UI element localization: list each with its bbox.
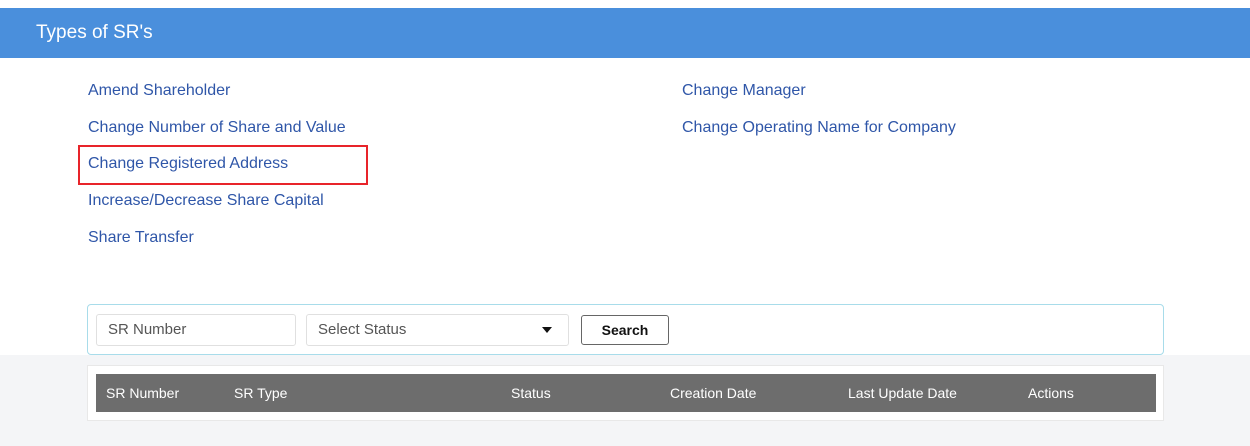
column-header-sr-number[interactable]: SR Number [106, 374, 179, 412]
sr-number-placeholder: SR Number [108, 321, 187, 338]
column-header-sr-type[interactable]: SR Type [234, 374, 287, 412]
filter-bar: SR Number Select Status Search [87, 304, 1164, 355]
sr-type-link-change-manager[interactable]: Change Manager [682, 81, 806, 101]
column-header-status[interactable]: Status [511, 374, 551, 412]
column-header-creation-date[interactable]: Creation Date [670, 374, 756, 412]
section-title: Types of SR's [36, 22, 153, 43]
sr-type-link-share-transfer[interactable]: Share Transfer [88, 228, 194, 248]
status-select-value: Select Status [318, 321, 407, 338]
highlight-box [78, 145, 368, 185]
sr-table: SR Number SR Type Status Creation Date L… [87, 365, 1164, 421]
status-select[interactable]: Select Status [306, 314, 569, 346]
sr-number-input[interactable]: SR Number [96, 314, 296, 346]
column-header-actions[interactable]: Actions [1028, 374, 1074, 412]
sr-type-link-amend-shareholder[interactable]: Amend Shareholder [88, 81, 230, 101]
table-header: SR Number SR Type Status Creation Date L… [96, 374, 1156, 412]
search-button[interactable]: Search [581, 315, 669, 345]
sr-type-link-change-operating-name[interactable]: Change Operating Name for Company [682, 118, 956, 138]
column-header-last-update-date[interactable]: Last Update Date [848, 374, 957, 412]
section-header: Types of SR's [0, 8, 1250, 58]
sr-type-link-increase-decrease-capital[interactable]: Increase/Decrease Share Capital [88, 191, 324, 211]
caret-down-icon [542, 327, 552, 333]
sr-type-link-change-number-of-share[interactable]: Change Number of Share and Value [88, 118, 346, 138]
